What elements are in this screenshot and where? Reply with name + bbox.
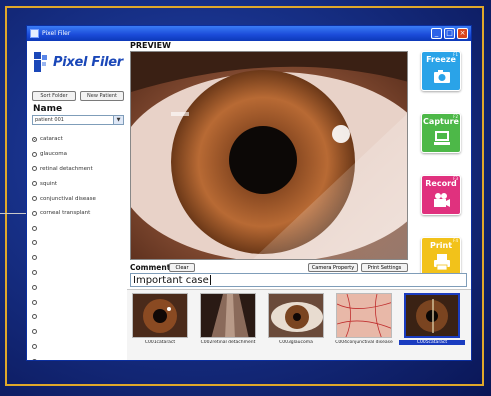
clear-button[interactable]: Clear [169, 263, 195, 272]
camera-icon [434, 70, 450, 83]
radio-icon[interactable] [32, 210, 37, 216]
eye-thumbnail-image [133, 294, 187, 337]
new-patient-button[interactable]: New Patient [80, 91, 124, 101]
category-item[interactable] [32, 324, 124, 339]
capture-button[interactable]: Capture F2 [421, 113, 461, 153]
app-window: Pixel Filer _ □ × Pixel Filer Sort Folde… [26, 25, 472, 361]
patient-name-value: patient 001 [35, 117, 64, 123]
radio-icon[interactable] [32, 329, 37, 335]
category-item[interactable]: conjunctival disease [32, 191, 124, 206]
sidebar: Pixel Filer Sort Folder New Patient Name… [27, 41, 127, 360]
category-label: retinal detachment [40, 165, 93, 172]
name-label: Name [33, 104, 63, 114]
preview-pane [130, 51, 408, 260]
radio-icon[interactable] [32, 344, 37, 350]
category-label: glaucoma [40, 151, 67, 158]
preview-label: PREVIEW [130, 41, 171, 50]
category-label: cataract [40, 136, 63, 143]
category-item[interactable]: squint [32, 176, 124, 191]
eye-thumbnail-image [406, 295, 458, 336]
radio-icon[interactable] [32, 270, 37, 276]
thumbnail-caption[interactable]: C003glaucoma [263, 340, 329, 345]
radio-icon[interactable] [32, 284, 37, 290]
category-item[interactable] [32, 236, 124, 251]
computer-icon [434, 131, 450, 145]
category-item[interactable] [32, 339, 124, 354]
eye-thumbnail-image [269, 294, 323, 337]
category-item[interactable]: cataract [32, 132, 124, 147]
radio-icon[interactable] [32, 151, 37, 157]
record-key: F3 [453, 176, 458, 181]
radio-icon[interactable] [32, 358, 37, 360]
comment-input[interactable]: Important case [130, 273, 467, 287]
logo-mark-icon [34, 52, 47, 72]
category-item[interactable]: glaucoma [32, 147, 124, 162]
radio-icon[interactable] [32, 299, 37, 305]
app-icon [30, 29, 39, 38]
category-item[interactable] [32, 221, 124, 236]
record-button[interactable]: Record F3 [421, 175, 461, 215]
conjunctiva-thumbnail-image [337, 294, 391, 337]
eye-preview-image [131, 52, 407, 259]
thumbnail-image[interactable] [336, 293, 392, 338]
thumbnail-caption[interactable]: C004conjunctival disease [331, 340, 397, 345]
thumbnail-image-selected[interactable] [404, 293, 460, 338]
logo-text: Pixel Filer [53, 55, 123, 70]
freeze-button[interactable]: Freeze F1 [421, 51, 461, 91]
freeze-key: F1 [453, 52, 458, 57]
category-label: corneal transplant [40, 210, 91, 217]
comment-text: Important case [133, 274, 209, 286]
close-button[interactable]: × [457, 28, 468, 39]
patient-name-select[interactable]: patient 001 ▼ [32, 115, 124, 125]
thumbnail-image[interactable] [268, 293, 324, 338]
category-item[interactable] [32, 250, 124, 265]
camera-property-button[interactable]: Camera Property [308, 263, 358, 272]
radio-icon[interactable] [32, 196, 37, 202]
comment-label: Comment [130, 263, 171, 272]
category-label: conjunctival disease [40, 195, 96, 202]
category-item[interactable] [32, 295, 124, 310]
category-item[interactable] [32, 310, 124, 325]
category-list: cataract glaucoma retinal detachment squint… [32, 132, 124, 360]
thumbnail-image[interactable] [132, 293, 188, 338]
printer-icon [434, 254, 450, 271]
category-item[interactable]: retinal detachment [32, 162, 124, 177]
radio-icon[interactable] [32, 166, 37, 172]
thumbnail-image[interactable] [200, 293, 256, 338]
category-item[interactable] [32, 265, 124, 280]
thumbnail-caption-selected[interactable]: C005cataract [399, 340, 465, 345]
retina-thumbnail-image [201, 294, 255, 337]
text-caret [209, 275, 211, 285]
sort-folder-button[interactable]: Sort Folder [32, 91, 76, 101]
category-label: squint [40, 180, 58, 187]
print-key: F4 [453, 238, 458, 243]
thumbnail-caption[interactable]: C001cataract [127, 340, 193, 345]
radio-icon[interactable] [32, 255, 37, 261]
maximize-button[interactable]: □ [444, 28, 455, 39]
window-title: Pixel Filer [42, 30, 71, 37]
window-controls: _ □ × [431, 28, 468, 39]
radio-icon[interactable] [32, 181, 37, 187]
radio-icon[interactable] [32, 314, 37, 320]
print-button[interactable]: Print F4 [421, 237, 461, 277]
app-logo: Pixel Filer [33, 49, 123, 75]
radio-icon[interactable] [32, 240, 37, 246]
category-item[interactable] [32, 280, 124, 295]
radio-icon[interactable] [32, 136, 37, 142]
chevron-down-icon[interactable]: ▼ [113, 116, 123, 124]
category-item[interactable] [32, 354, 124, 360]
minimize-button[interactable]: _ [431, 28, 442, 39]
video-camera-icon [434, 193, 450, 207]
radio-icon[interactable] [32, 225, 37, 231]
callout-line [0, 213, 26, 214]
category-item[interactable]: corneal transplant [32, 206, 124, 221]
print-settings-button[interactable]: Print Settings [361, 263, 408, 272]
capture-key: F2 [453, 114, 458, 119]
thumbnail-caption[interactable]: C002retinal detachment [195, 340, 261, 345]
title-bar[interactable]: Pixel Filer _ □ × [27, 26, 471, 41]
